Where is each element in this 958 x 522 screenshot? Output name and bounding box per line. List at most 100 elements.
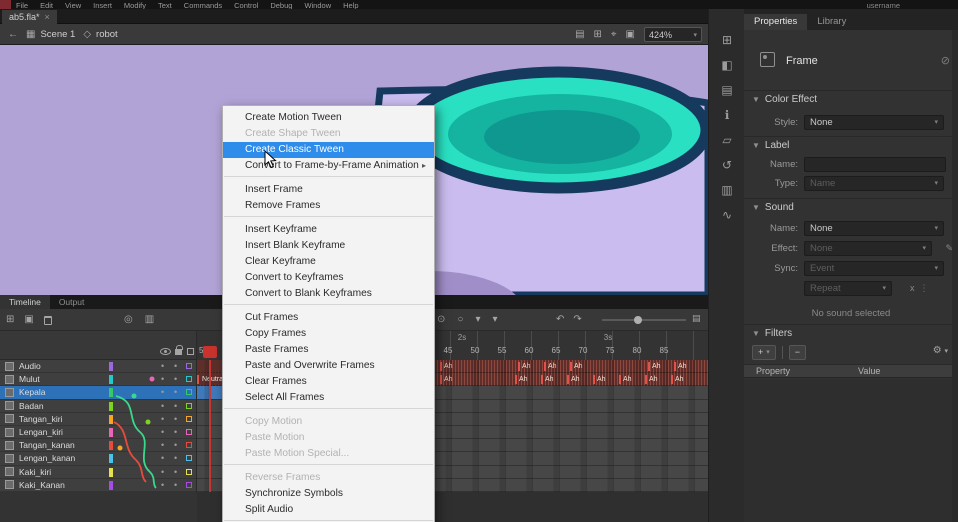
layer-outline-color[interactable] [186, 455, 192, 461]
step-forward-icon[interactable]: ↷ [573, 310, 581, 330]
menu-item-synchronize-symbols[interactable]: Synchronize Symbols [223, 486, 434, 502]
section-label[interactable]: ▼Label [752, 140, 789, 151]
edit-scene-icon[interactable]: ▤ [575, 29, 584, 40]
onion-skin-outline-icon[interactable]: ○ [457, 310, 463, 330]
remove-filter-button[interactable]: − [789, 345, 806, 360]
menu-help[interactable]: Help [343, 0, 358, 9]
layer-outline-color[interactable] [186, 403, 192, 409]
transform-icon[interactable]: ▱ [709, 133, 745, 147]
menu-item-insert-frame[interactable]: Insert Frame [223, 182, 434, 198]
layer-lock-dot[interactable]: • [174, 466, 177, 479]
layer-row-lengan-kanan[interactable]: Lengan_kanan•• [0, 452, 196, 465]
playhead-marker[interactable] [203, 346, 217, 358]
layer-lock-dot[interactable]: • [174, 413, 177, 426]
layer-outline-color[interactable] [186, 416, 192, 422]
menu-item-clear-keyframe[interactable]: Clear Keyframe [223, 254, 434, 270]
layer-visibility-dot[interactable]: • [161, 466, 164, 479]
layer-lock-dot[interactable]: • [174, 400, 177, 413]
parent-link-tick[interactable] [109, 481, 113, 490]
menu-insert[interactable]: Insert [93, 0, 112, 9]
layer-outline-color[interactable] [186, 429, 192, 435]
show-hide-all-layers-icon[interactable] [160, 348, 171, 355]
add-filter-button[interactable]: +▾ [752, 345, 776, 360]
menu-item-convert-to-frame-by-frame-animation[interactable]: Convert to Frame-by-Frame Animation▸ [223, 158, 434, 174]
layer-row-kepala[interactable]: Kepala•• [0, 386, 196, 399]
align-icon[interactable]: ⊞ [709, 33, 745, 47]
section-sound[interactable]: ▼Sound [752, 202, 794, 213]
layer-outline-color[interactable] [186, 469, 192, 475]
outline-all-layers-icon[interactable] [187, 348, 194, 355]
menu-view[interactable]: View [65, 0, 81, 9]
menu-item-paste-frames[interactable]: Paste Frames [223, 342, 434, 358]
step-back-icon[interactable]: ↶ [556, 310, 564, 330]
parent-link-tick[interactable] [109, 362, 113, 371]
layer-outline-color[interactable] [186, 442, 192, 448]
layer-lock-dot[interactable]: • [174, 479, 177, 492]
user-account-label[interactable]: username [867, 0, 900, 9]
layer-visibility-dot[interactable]: • [161, 400, 164, 413]
motion-editor-icon[interactable]: ∿ [709, 208, 745, 222]
menu-item-clear-frames[interactable]: Clear Frames [223, 374, 434, 390]
app-logo[interactable] [0, 0, 11, 9]
label-name-input[interactable] [804, 157, 946, 172]
layer-lock-dot[interactable]: • [174, 360, 177, 373]
menu-item-create-motion-tween[interactable]: Create Motion Tween [223, 110, 434, 126]
parent-link-tick[interactable] [109, 441, 113, 450]
layer-lock-dot[interactable]: • [174, 426, 177, 439]
menu-control[interactable]: Control [234, 0, 258, 9]
layer-visibility-dot[interactable]: • [161, 479, 164, 492]
zoom-level-select[interactable]: 424% ▾ [644, 27, 702, 42]
layer-visibility-dot[interactable]: • [161, 360, 164, 373]
parent-link-tick[interactable] [109, 388, 113, 397]
back-arrow-icon[interactable]: ← [8, 29, 18, 40]
frame-size-icon[interactable]: ▤ [692, 313, 701, 324]
onion-skin-icon[interactable]: ◎ [124, 310, 133, 330]
timeline-zoom-slider[interactable] [602, 319, 686, 321]
timeline-zoom-thumb[interactable] [634, 316, 642, 324]
layer-visibility-dot[interactable]: • [161, 386, 164, 399]
menu-edit[interactable]: Edit [40, 0, 53, 9]
tab-properties[interactable]: Properties [744, 14, 807, 30]
filter-options-gear-icon[interactable]: ⚙ ▾ [933, 345, 948, 356]
layer-row-tangan-kiri[interactable]: Tangan_kiri•• [0, 413, 196, 426]
color-icon[interactable]: ◧ [709, 58, 745, 72]
menu-item-select-all-frames[interactable]: Select All Frames [223, 390, 434, 406]
center-stage-icon[interactable]: ⌖ [611, 29, 617, 40]
layer-outline-color[interactable] [186, 389, 192, 395]
tab-output[interactable]: Output [50, 295, 94, 309]
layer-visibility-dot[interactable]: • [161, 426, 164, 439]
parent-link-tick[interactable] [109, 428, 113, 437]
parent-link-tick[interactable] [109, 415, 113, 424]
layer-lock-dot[interactable]: • [174, 452, 177, 465]
library-icon[interactable]: ▥ [709, 183, 745, 197]
sound-name-select[interactable]: None ▾ [804, 221, 944, 236]
menu-file[interactable]: File [16, 0, 28, 9]
menu-item-insert-blank-keyframe[interactable]: Insert Blank Keyframe [223, 238, 434, 254]
section-color-effect[interactable]: ▼Color Effect [752, 94, 817, 105]
menu-modify[interactable]: Modify [124, 0, 146, 9]
layer-lock-dot[interactable]: • [174, 439, 177, 452]
layer-row-mulut[interactable]: Mulut•• [0, 373, 196, 386]
layer-visibility-dot[interactable]: • [161, 439, 164, 452]
menu-text[interactable]: Text [158, 0, 172, 9]
layer-outline-color[interactable] [186, 482, 192, 488]
layer-lock-dot[interactable]: • [174, 373, 177, 386]
edit-multiple-frames-icon[interactable]: ▥ [145, 310, 154, 330]
document-tab[interactable]: ab5.fla* × [2, 10, 57, 24]
parent-link-tick[interactable] [109, 402, 113, 411]
section-filters[interactable]: ▼Filters [752, 328, 792, 339]
menu-item-convert-to-blank-keyframes[interactable]: Convert to Blank Keyframes [223, 286, 434, 302]
info-icon[interactable]: ℹ [709, 108, 745, 122]
parent-link-tick[interactable] [109, 468, 113, 477]
history-icon[interactable]: ↺ [709, 158, 745, 172]
layer-row-lengan-kiri[interactable]: Lengan_kiri•• [0, 426, 196, 439]
menu-item-remove-frames[interactable]: Remove Frames [223, 198, 434, 214]
menu-commands[interactable]: Commands [184, 0, 222, 9]
layer-row-audio[interactable]: Audio•• [0, 360, 196, 373]
swatches-icon[interactable]: ▤ [709, 83, 745, 97]
close-tab-icon[interactable]: × [45, 10, 50, 24]
menu-item-insert-keyframe[interactable]: Insert Keyframe [223, 222, 434, 238]
delete-layer-icon[interactable] [44, 316, 52, 325]
panel-menu-icon[interactable]: ⊘ [941, 54, 950, 67]
layer-outline-color[interactable] [186, 363, 192, 369]
